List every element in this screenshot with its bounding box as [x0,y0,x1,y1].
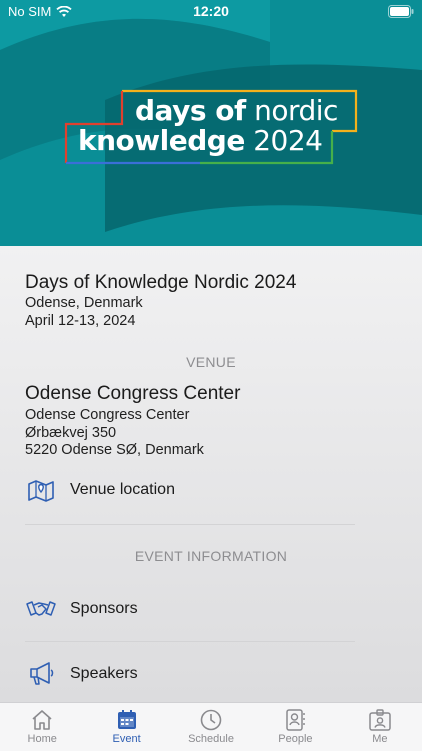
tab-schedule[interactable]: Schedule [169,703,253,751]
venue-address-line: Odense Congress Center [25,407,190,423]
map-icon [25,476,57,504]
status-bar: No SIM 12:20 [0,0,422,24]
venue-location-button[interactable]: Venue location [25,468,355,512]
event-info-section-header: EVENT INFORMATION [134,548,288,564]
tab-people[interactable]: People [253,703,337,751]
tab-people-label: People [278,733,313,745]
venue-address-line: Ørbækvej 350 [25,425,117,441]
tab-me-label: Me [372,733,388,745]
speakers-button[interactable]: Speakers [25,652,355,696]
logo-days-of: days of [135,94,246,127]
event-location: Odense, Denmark [25,295,143,311]
logo-knowledge: knowledge [78,124,245,157]
handshake-icon [25,595,57,623]
venue-address-line: 5220 Odense SØ, Denmark [25,442,204,458]
event-banner: No SIM 12:20 days of nordic knowledge 20… [0,0,422,246]
divider [25,641,355,642]
badge-icon [369,709,391,731]
battery-icon [388,5,414,18]
tab-schedule-label: Schedule [188,733,234,745]
logo-year: 2024 [253,124,323,157]
tab-bar: Home Event Schedule People Me [0,702,422,751]
speakers-label: Speakers [70,665,138,682]
contacts-icon [286,709,306,731]
sponsors-button[interactable]: Sponsors [25,587,355,631]
tab-me[interactable]: Me [338,703,422,751]
sponsors-label: Sponsors [70,600,138,617]
tab-home[interactable]: Home [0,703,84,751]
venue-section-header: VENUE [186,354,236,370]
divider [25,524,355,525]
logo-nordic: nordic [254,94,338,127]
megaphone-icon [25,660,57,688]
tab-event-label: Event [112,733,141,745]
event-details: Days of Knowledge Nordic 2024 Odense, De… [0,246,422,702]
calendar-icon [117,710,136,729]
event-dates: April 12-13, 2024 [25,313,136,329]
venue-location-label: Venue location [70,481,175,498]
home-icon [32,710,52,730]
status-time: 12:20 [193,3,229,19]
tab-home-label: Home [27,733,57,745]
tab-event[interactable]: Event [84,703,168,751]
venue-name: Odense Congress Center [25,383,241,404]
clock-icon [200,709,222,731]
event-logo-text: days of nordic knowledge 2024 [78,96,338,156]
event-title: Days of Knowledge Nordic 2024 [25,272,297,293]
